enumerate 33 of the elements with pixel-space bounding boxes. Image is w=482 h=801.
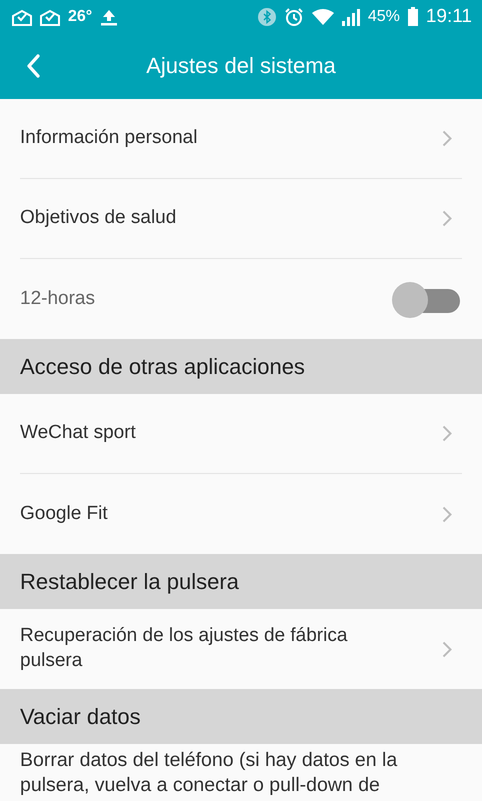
row-label: Recuperación de los ajustes de fábrica pulsera <box>20 624 348 673</box>
settings-row[interactable]: 12-horas <box>20 259 462 339</box>
temperature-text: 26° <box>68 8 92 26</box>
chevron-icon <box>442 640 452 658</box>
section-header: Acceso de otras aplicaciones <box>0 339 482 394</box>
settings-row[interactable]: Recuperación de los ajustes de fábrica pulsera <box>20 609 462 689</box>
battery-icon <box>408 7 418 26</box>
battery-percent: 45% <box>368 8 400 26</box>
mail-icon <box>40 8 60 26</box>
row-label: Información personal <box>20 126 198 150</box>
row-label: Google Fit <box>20 502 108 526</box>
settings-row[interactable]: Objetivos de salud <box>20 179 462 259</box>
chevron-icon <box>442 425 452 442</box>
bluetooth-icon <box>258 8 276 26</box>
row-label: Objetivos de salud <box>20 206 176 230</box>
mail-icon <box>12 8 32 26</box>
alarm-clock-icon <box>284 6 304 26</box>
row-label: WeChat sport <box>20 421 136 446</box>
chevron-icon <box>442 210 452 227</box>
section-header: Vaciar datos <box>0 689 482 744</box>
chevron-icon <box>442 130 452 147</box>
wifi-icon <box>312 8 334 26</box>
chevron-icon <box>442 506 452 522</box>
settings-row[interactable]: Google Fit <box>20 474 462 554</box>
settings-row[interactable]: WeChat sport <box>20 394 462 474</box>
section-header: Restablecer la pulsera <box>0 554 482 609</box>
clock-time: 19:11 <box>426 6 472 28</box>
row-label: 12-horas <box>20 286 95 311</box>
description-text: Borrar datos del teléfono (si hay datos en la pulsera, vuelva a conectar o pull-down de <box>19 748 398 798</box>
settings-row[interactable]: Información personal <box>20 99 462 179</box>
signal-icon <box>342 8 360 26</box>
upload-icon <box>100 8 118 26</box>
screen-title: Ajustes del sistema <box>146 53 336 79</box>
